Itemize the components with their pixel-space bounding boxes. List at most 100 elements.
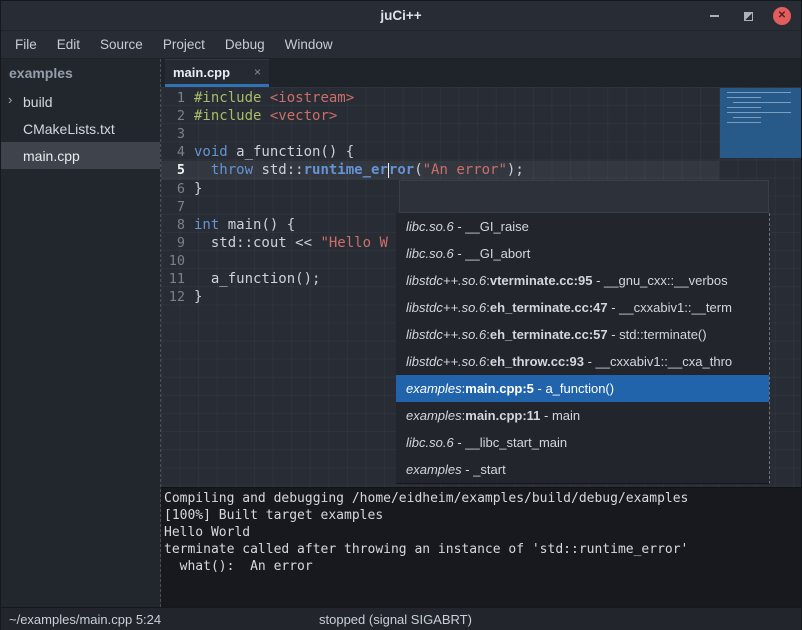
stack-frame-library: libstdc++.so.6 <box>406 273 486 288</box>
code-token: a_function() { <box>228 144 354 160</box>
stack-frame-library: libc.so.6 <box>406 246 454 261</box>
code-token: ); <box>507 162 524 178</box>
code-line-4[interactable]: 4 void a_function() { <box>161 143 719 161</box>
stack-frame-file-line: main.cpp:11 <box>465 408 540 423</box>
code-token: throw <box>211 162 253 178</box>
sidebar-item-build[interactable]: › build <box>1 88 160 115</box>
sidebar-item-label: main.cpp <box>23 148 80 164</box>
stack-frame-item[interactable]: libstdc++.so.6:vterminate.cc:95 - __gnu_… <box>396 267 769 294</box>
code-token: <vector> <box>270 108 337 124</box>
minimap-mark <box>733 117 761 118</box>
sidebar-item-label: CMakeLists.txt <box>23 121 115 137</box>
terminal-line: [100%] Built target examples <box>164 508 801 525</box>
stack-frame-file-line: eh_terminate.cc:47 <box>490 300 608 315</box>
code-token: "An error" <box>423 162 507 178</box>
minimize-icon[interactable] <box>705 7 723 25</box>
tab-main-cpp[interactable]: main.cpp × <box>165 59 269 87</box>
code-token: std::cout << <box>194 235 320 251</box>
menu-item-source[interactable]: Source <box>90 33 153 56</box>
stack-frame-library: examples <box>406 408 462 423</box>
titlebar: juCi++ ✕ <box>1 1 801 31</box>
code-token <box>261 108 269 124</box>
menu-item-debug[interactable]: Debug <box>215 33 275 56</box>
code-line-1[interactable]: 1#include <iostream> <box>161 89 719 107</box>
stack-frame-function: - std::terminate() <box>608 327 707 342</box>
stack-frame-file-line: vterminate.cc:95 <box>490 273 593 288</box>
code-line-5[interactable]: 5 throw std::runtime_error("An error"); <box>161 161 719 179</box>
stack-frame-function: - __GI_raise <box>454 219 529 234</box>
terminal-output[interactable]: Compiling and debugging /home/eidheim/ex… <box>161 487 801 607</box>
tab-label: main.cpp <box>173 65 254 80</box>
code-line-2[interactable]: 2 #include <vector> <box>161 107 719 125</box>
stack-frame-library: libc.so.6 <box>406 435 454 450</box>
stack-frame-function: - __cxxabiv1::__term <box>608 300 732 315</box>
sidebar-item-cmakelists-txt[interactable]: CMakeLists.txt <box>1 115 160 142</box>
stack-frame-item[interactable]: libstdc++.so.6:eh_terminate.cc:57 - std:… <box>396 321 769 348</box>
project-header: examples <box>1 59 160 88</box>
menu-item-edit[interactable]: Edit <box>47 33 90 56</box>
minimap-mark <box>727 112 791 113</box>
line-number: 6 <box>161 181 185 197</box>
stack-frame-item[interactable]: libc.so.6 - __libc_start_main <box>396 429 769 456</box>
code-token: <iostream> <box>270 90 354 106</box>
stack-frame-library: libc.so.6 <box>406 219 454 234</box>
code-token: #include <box>194 108 261 124</box>
minimap[interactable] <box>720 88 801 158</box>
debug-tooltip-box <box>399 180 769 213</box>
maximize-icon[interactable] <box>739 7 757 25</box>
close-icon[interactable]: ✕ <box>773 7 791 25</box>
line-number: 4 <box>161 144 185 160</box>
terminal-line: terminate called after throwing an insta… <box>164 542 801 559</box>
minimap-mark <box>727 122 761 123</box>
line-number: 11 <box>161 271 185 287</box>
code-token: ( <box>414 162 422 178</box>
stack-frame-function: - __gnu_cxx::__verbos <box>592 273 727 288</box>
statusbar: ~/examples/main.cpp 5:24 stopped (signal… <box>1 607 801 630</box>
stack-frame-file-line: main.cpp:5 <box>465 381 534 396</box>
menu-item-window[interactable]: Window <box>275 33 343 56</box>
line-number: 12 <box>161 289 185 305</box>
stack-trace-popup: libc.so.6 - __GI_raiselibc.so.6 - __GI_a… <box>396 213 770 484</box>
stack-frame-library: examples <box>406 462 462 477</box>
chevron-right-icon[interactable]: › <box>8 92 12 107</box>
line-number: 10 <box>161 253 185 269</box>
line-number: 2 <box>161 108 185 124</box>
stack-frame-function: - main <box>540 408 580 423</box>
menu-item-project[interactable]: Project <box>153 33 215 56</box>
stack-frame-item[interactable]: examples:main.cpp:11 - main <box>396 402 769 429</box>
code-token: } <box>194 289 202 305</box>
stack-frame-item[interactable]: libc.so.6 - __GI_raise <box>396 213 769 240</box>
code-line-3[interactable]: 3 <box>161 125 719 143</box>
terminal-line: Compiling and debugging /home/eidheim/ex… <box>164 491 801 508</box>
menu-item-file[interactable]: File <box>5 33 47 56</box>
code-token: std:: <box>253 162 304 178</box>
sidebar-item-main-cpp[interactable]: main.cpp <box>1 142 160 169</box>
file-tree: › build CMakeLists.txt main.cpp <box>1 88 160 169</box>
stack-frame-function: - __GI_abort <box>454 246 531 261</box>
stack-frame-library: libstdc++.so.6 <box>406 327 486 342</box>
stack-frame-item[interactable]: libc.so.6 - __GI_abort <box>396 240 769 267</box>
sidebar-item-label: build <box>23 94 53 110</box>
line-number: 9 <box>161 235 185 251</box>
minimap-mark <box>733 102 791 103</box>
code-token: runtime_er <box>304 162 388 178</box>
stack-frame-function: - a_function() <box>534 381 614 396</box>
code-token: a_function(); <box>194 271 320 287</box>
tab-close-icon[interactable]: × <box>254 65 261 79</box>
code-token: int <box>194 217 219 233</box>
stack-frame-function: - _start <box>462 462 506 477</box>
app-window: juCi++ ✕ FileEditSourceProjectDebugWindo… <box>0 0 802 630</box>
maximize-glyph <box>744 12 753 21</box>
menubar: FileEditSourceProjectDebugWindow <box>1 31 801 59</box>
statusbar-file-location: ~/examples/main.cpp 5:24 <box>9 612 161 627</box>
code-token: void <box>194 144 228 160</box>
minimap-mark <box>727 97 761 98</box>
terminal-line: Hello World <box>164 525 801 542</box>
stack-frame-item[interactable]: libstdc++.so.6:eh_throw.cc:93 - __cxxabi… <box>396 348 769 375</box>
stack-frame-item[interactable]: examples - _start <box>396 456 769 483</box>
stack-frame-item[interactable]: examples:main.cpp:5 - a_function() <box>396 375 769 402</box>
stack-frame-item[interactable]: libstdc++.so.6:eh_terminate.cc:47 - __cx… <box>396 294 769 321</box>
stack-frame-library: libstdc++.so.6 <box>406 354 486 369</box>
statusbar-debug-status: stopped (signal SIGABRT) <box>319 612 472 627</box>
stack-frame-file-line: eh_terminate.cc:57 <box>490 327 608 342</box>
